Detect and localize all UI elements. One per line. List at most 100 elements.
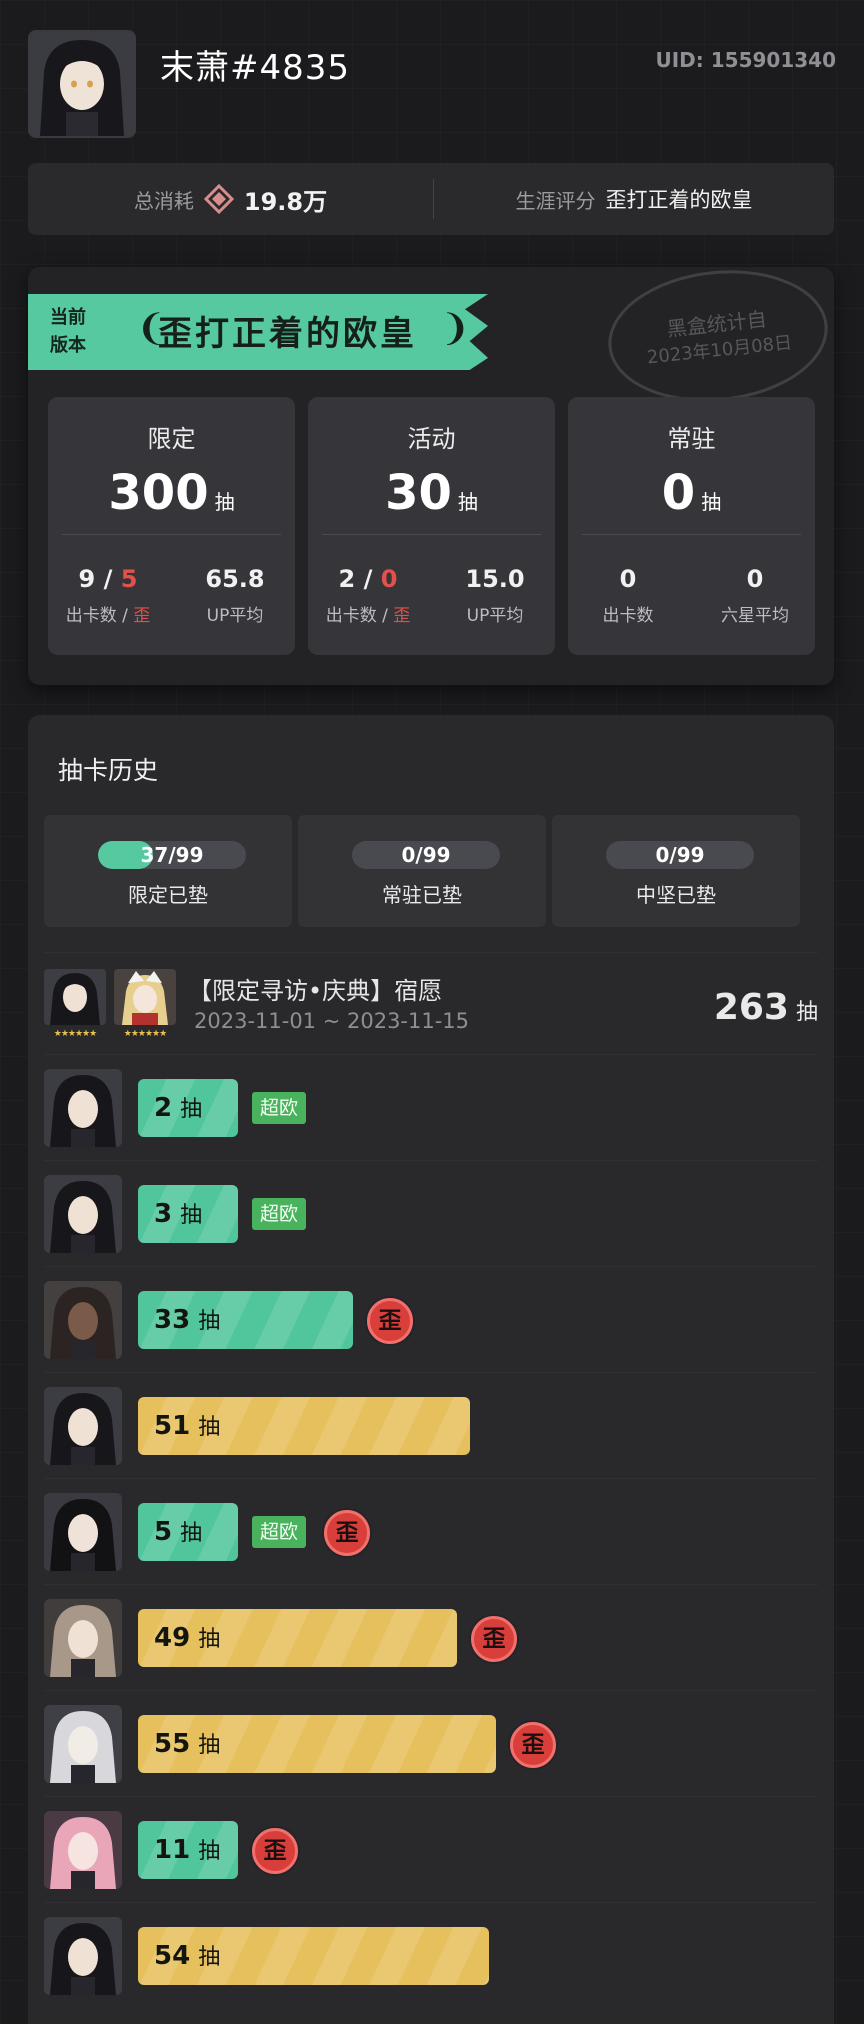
pull-count-unit: 抽 bbox=[198, 1415, 221, 1440]
pull-count-unit: 抽 bbox=[198, 1733, 221, 1758]
version-tag-line2: 版本 bbox=[50, 335, 86, 356]
pull-count-bar: 54 抽 bbox=[138, 1927, 489, 1985]
pool-name: 限定 bbox=[147, 425, 196, 453]
username: 末萧#4835 bbox=[160, 48, 351, 88]
cards-label-sep: / bbox=[116, 606, 134, 626]
pool-stat-pulls: 2 / 0 出卡数 / 歪 bbox=[308, 565, 428, 626]
pool-stat-average: 15.0 UP平均 bbox=[435, 565, 555, 626]
off-count: 5 bbox=[120, 565, 138, 593]
pull-row[interactable]: 54 抽 bbox=[44, 1902, 818, 2008]
cards-label: 出卡数 bbox=[602, 606, 654, 626]
pull-count-number: 11 bbox=[154, 1835, 191, 1865]
pull-count-unit: 抽 bbox=[180, 1097, 203, 1122]
lucky-badge: 超欧 bbox=[252, 1516, 307, 1548]
cards-sep: / bbox=[95, 565, 121, 593]
pull-count-label: 11 抽 bbox=[154, 1821, 220, 1881]
pity-progress-value: 0/99 bbox=[655, 843, 705, 867]
average-label: UP平均 bbox=[466, 606, 524, 626]
pull-count-label: 49 抽 bbox=[154, 1609, 220, 1669]
pool-total: 300 抽 bbox=[48, 465, 295, 521]
pool-card-event: 活动 30 抽 2 / 0 出卡数 / 歪 15.0 UP平均 bbox=[308, 397, 555, 655]
banner-header[interactable]: ★★★★★★ ★★★★★★ 【限定寻访•庆典】宿愿 2023-11-01 ~ 2… bbox=[44, 952, 818, 1054]
operator-avatar bbox=[44, 1175, 122, 1253]
laurel-right-icon: ❩ bbox=[440, 308, 471, 349]
total-spend: 总消耗 19.8万 bbox=[28, 163, 433, 235]
pool-card-limited: 限定 300 抽 9 / 5 出卡数 / 歪 65.8 UP平均 bbox=[48, 397, 295, 655]
cards-label-sep: / bbox=[376, 606, 394, 626]
operator-avatar bbox=[44, 1069, 122, 1147]
version-tag-line1: 当前 bbox=[50, 307, 86, 328]
pity-limited: 37/99 限定已垫 bbox=[44, 815, 292, 927]
pity-progress-bar: 0/99 bbox=[352, 841, 500, 869]
pull-row[interactable]: 55 抽 歪 bbox=[44, 1690, 818, 1796]
average-label: UP平均 bbox=[206, 606, 264, 626]
pool-total-unit: 抽 bbox=[214, 490, 235, 514]
off-banner-badge: 歪 bbox=[510, 1722, 556, 1768]
pity-progress-value: 37/99 bbox=[140, 843, 204, 867]
pull-count-number: 2 bbox=[154, 1093, 173, 1123]
pull-count-unit: 抽 bbox=[180, 1203, 203, 1228]
pool-stat-average: 0 六星平均 bbox=[695, 565, 815, 626]
summary-bar: 总消耗 19.8万 生涯评分 歪打正着的欧皇 bbox=[28, 163, 834, 235]
total-spend-label: 总消耗 bbox=[133, 188, 194, 213]
career-rating-value: 歪打正着的欧皇 bbox=[605, 188, 753, 212]
banner-name: 【限定寻访•庆典】宿愿 bbox=[188, 977, 443, 1005]
pull-row[interactable]: 3 抽 超欧 bbox=[44, 1160, 818, 1266]
pull-row[interactable]: 11 抽 歪 bbox=[44, 1796, 818, 1902]
operator-avatar bbox=[44, 1705, 122, 1783]
banner-operator-stars: ★★★★★★ bbox=[53, 1029, 97, 1039]
lucky-badge: 超欧 bbox=[252, 1092, 307, 1124]
pull-row[interactable]: 5 抽 超欧歪 bbox=[44, 1478, 818, 1584]
pool-separator bbox=[582, 534, 801, 535]
banner-operator-avatar bbox=[44, 969, 106, 1025]
off-banner-badge: 歪 bbox=[367, 1298, 413, 1344]
cards-count: 0 bbox=[619, 565, 637, 593]
user-avatar[interactable] bbox=[28, 30, 136, 138]
pity-progress-bar: 37/99 bbox=[98, 841, 246, 869]
operator-avatar bbox=[44, 1281, 122, 1359]
banner-date: 2023-11-01 ~ 2023-11-15 bbox=[194, 1009, 470, 1033]
pull-count-number: 55 bbox=[154, 1729, 191, 1759]
pull-row[interactable]: 51 抽 bbox=[44, 1372, 818, 1478]
pull-count-label: 5抽 bbox=[154, 1503, 202, 1563]
pity-label: 限定已垫 bbox=[128, 883, 208, 907]
pull-row[interactable]: 33 抽 歪 bbox=[44, 1266, 818, 1372]
off-label: 歪 bbox=[393, 606, 411, 626]
user-uid: UID: 155901340 bbox=[655, 48, 837, 72]
pool-name: 常驻 bbox=[667, 425, 716, 453]
pity-progress-value: 0/99 bbox=[401, 843, 451, 867]
off-label: 歪 bbox=[133, 606, 151, 626]
version-title: 歪打正着的欧皇 bbox=[158, 314, 417, 354]
banner-total-number: 263 bbox=[713, 987, 789, 1028]
pull-row[interactable]: 2 抽 超欧 bbox=[44, 1054, 818, 1160]
pool-total: 30 抽 bbox=[308, 465, 555, 521]
pool-card-standard: 常驻 0抽 0 出卡数 0 六星平均 bbox=[568, 397, 815, 655]
operator-avatar bbox=[44, 1811, 122, 1889]
pull-count-bar: 51 抽 bbox=[138, 1397, 470, 1455]
pull-count-bar: 55 抽 bbox=[138, 1715, 496, 1773]
pity-standard: 0/99 常驻已垫 bbox=[298, 815, 546, 927]
operator-avatar bbox=[44, 1917, 122, 1995]
history-title: 抽卡历史 bbox=[58, 756, 159, 785]
pool-total-number: 300 bbox=[108, 465, 209, 521]
banner-operator-avatar bbox=[114, 969, 176, 1025]
version-ribbon: 当前 版本 ❨ 歪打正着的欧皇 ❩ bbox=[28, 294, 488, 370]
average-value: 0 bbox=[746, 565, 764, 593]
pool-total-number: 0 bbox=[661, 465, 696, 521]
pool-total-unit: 抽 bbox=[701, 490, 722, 514]
pull-count-number: 33 bbox=[154, 1305, 191, 1335]
banner-total: 263 抽 bbox=[714, 987, 818, 1028]
pull-count-unit: 抽 bbox=[198, 1627, 221, 1652]
off-banner-badge: 歪 bbox=[252, 1828, 298, 1874]
pull-count-label: 33 抽 bbox=[154, 1291, 220, 1351]
off-banner-badge: 歪 bbox=[471, 1616, 517, 1662]
banner-operator-stars: ★★★★★★ bbox=[123, 1029, 167, 1039]
pull-count-bar: 3抽 bbox=[138, 1185, 238, 1243]
pull-count-label: 55 抽 bbox=[154, 1715, 220, 1775]
pity-label: 常驻已垫 bbox=[382, 883, 462, 907]
pool-total-number: 30 bbox=[385, 465, 452, 521]
operator-avatar bbox=[44, 1599, 122, 1677]
pull-count-number: 49 bbox=[154, 1623, 191, 1653]
pull-row[interactable]: 49 抽 歪 bbox=[44, 1584, 818, 1690]
off-banner-badge: 歪 bbox=[324, 1510, 370, 1556]
